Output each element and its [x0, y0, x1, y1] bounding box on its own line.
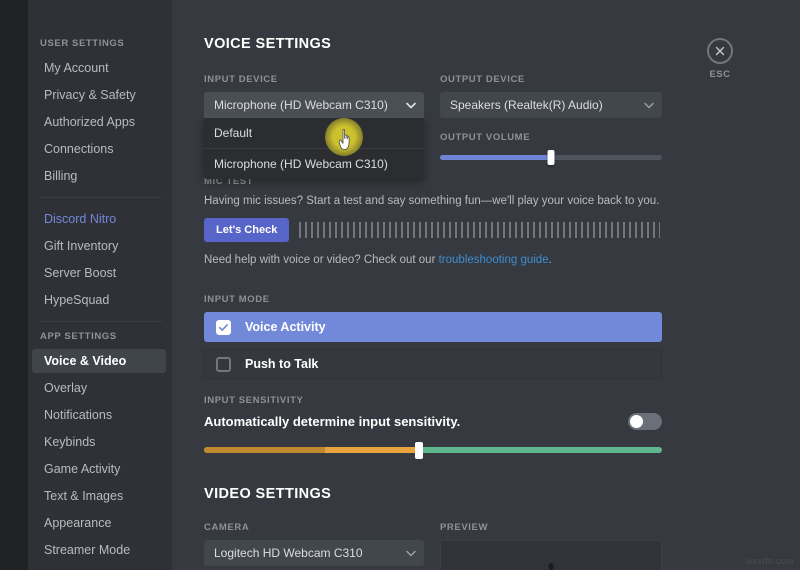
preview-group: PREVIEW [440, 522, 662, 570]
input-mode-option-push-to-talk[interactable]: Push to Talk [204, 349, 662, 379]
output-volume-slider[interactable] [440, 150, 662, 164]
sidebar-item-game-activity[interactable]: Game Activity [32, 457, 166, 481]
camera-select[interactable]: Logitech HD Webcam C310 [204, 540, 424, 566]
sensitivity-amber-light [325, 447, 420, 453]
auto-sensitivity-toggle[interactable] [628, 413, 662, 430]
sidebar-item-streamer-mode[interactable]: Streamer Mode [32, 538, 166, 562]
troubleshooting-guide-link[interactable]: troubleshooting guide [439, 254, 549, 266]
input-mode-label: INPUT MODE [204, 294, 662, 305]
close-settings-button[interactable]: ESC [698, 38, 742, 80]
input-mode-voice-activity-label: Voice Activity [245, 320, 326, 334]
watermark: wsxdn.com [746, 556, 794, 566]
output-volume-label: OUTPUT VOLUME [440, 132, 662, 143]
video-row: CAMERA Logitech HD Webcam C310 PREVIEW [204, 522, 800, 570]
sidebar-item-language[interactable]: Language [32, 565, 166, 570]
mic-test-help-prefix: Need help with voice or video? Check out… [204, 254, 439, 266]
sidebar-item-discord-nitro[interactable]: Discord Nitro [32, 207, 166, 231]
sidebar-divider-1 [40, 197, 162, 198]
sidebar-divider-2 [40, 321, 162, 322]
sidebar-item-voice-video[interactable]: Voice & Video [32, 349, 166, 373]
lets-check-button[interactable]: Let's Check [204, 218, 289, 242]
preview-label: PREVIEW [440, 522, 662, 533]
auto-sensitivity-row: Automatically determine input sensitivit… [204, 413, 662, 430]
output-device-select[interactable]: Speakers (Realtek(R) Audio) [440, 92, 662, 118]
camera-value: Logitech HD Webcam C310 [214, 546, 363, 560]
output-volume-knob[interactable] [548, 150, 555, 165]
sidebar-item-billing[interactable]: Billing [32, 164, 166, 188]
auto-sensitivity-text: Automatically determine input sensitivit… [204, 414, 460, 429]
input-device-value: Microphone (HD Webcam C310) [214, 98, 388, 112]
input-device-option-default[interactable]: Default [204, 118, 424, 148]
close-settings-label: ESC [698, 69, 742, 80]
input-sensitivity-label: INPUT SENSITIVITY [204, 395, 662, 406]
video-settings-title: VIDEO SETTINGS [204, 486, 800, 502]
mic-test-help-suffix: . [549, 254, 552, 266]
settings-main-panel: VOICE SETTINGS INPUT DEVICE Microphone (… [172, 0, 800, 570]
mic-test-row: Let's Check [204, 218, 660, 242]
camera-preview-box [440, 540, 662, 570]
input-mode-push-to-talk-label: Push to Talk [245, 357, 318, 371]
left-rail [0, 0, 28, 570]
sidebar-item-gift-inventory[interactable]: Gift Inventory [32, 234, 166, 258]
sidebar-item-my-account[interactable]: My Account [32, 56, 166, 80]
input-mode-group: INPUT MODE Voice Activity Push to Talk [204, 294, 662, 379]
sidebar-item-authorized-apps[interactable]: Authorized Apps [32, 110, 166, 134]
input-mode-option-voice-activity[interactable]: Voice Activity [204, 312, 662, 342]
sensitivity-slider[interactable] [204, 442, 662, 458]
chevron-down-icon [644, 101, 653, 110]
sidebar-item-server-boost[interactable]: Server Boost [32, 261, 166, 285]
sensitivity-track [204, 447, 662, 453]
sidebar-section-user-settings: USER SETTINGS [28, 38, 172, 56]
sidebar-item-notifications[interactable]: Notifications [32, 403, 166, 427]
sensitivity-knob[interactable] [415, 442, 423, 459]
output-device-group: OUTPUT DEVICE Speakers (Realtek(R) Audio… [440, 74, 662, 164]
sidebar-item-keybinds[interactable]: Keybinds [32, 430, 166, 454]
camera-label: CAMERA [204, 522, 424, 533]
video-settings-section: VIDEO SETTINGS CAMERA Logitech HD Webcam… [204, 486, 800, 570]
output-volume-group: OUTPUT VOLUME [440, 132, 662, 164]
preview-placeholder-icon [549, 563, 554, 570]
camera-group: CAMERA Logitech HD Webcam C310 [204, 522, 424, 566]
chevron-down-icon [406, 101, 415, 110]
sidebar-item-hypesquad[interactable]: HypeSquad [32, 288, 166, 312]
checkbox-unchecked-icon [216, 357, 231, 372]
mic-level-meter [299, 222, 660, 238]
sidebar-item-text-images[interactable]: Text & Images [32, 484, 166, 508]
input-device-label: INPUT DEVICE [204, 74, 424, 85]
input-device-select[interactable]: Microphone (HD Webcam C310) [204, 92, 424, 118]
sidebar-item-appearance[interactable]: Appearance [32, 511, 166, 535]
output-device-label: OUTPUT DEVICE [440, 74, 662, 85]
sensitivity-amber-dark [204, 447, 325, 453]
sidebar-item-privacy-safety[interactable]: Privacy & Safety [32, 83, 166, 107]
settings-sidebar: USER SETTINGS My Account Privacy & Safet… [28, 0, 172, 570]
sidebar-item-overlay[interactable]: Overlay [32, 376, 166, 400]
output-device-value: Speakers (Realtek(R) Audio) [450, 98, 603, 112]
output-volume-fill [440, 155, 551, 160]
input-sensitivity-group: INPUT SENSITIVITY Automatically determin… [204, 395, 662, 458]
checkbox-checked-icon [216, 320, 231, 335]
sidebar-item-connections[interactable]: Connections [32, 137, 166, 161]
input-device-option-list: Default Microphone (HD Webcam C310) [204, 118, 424, 179]
chevron-down-icon [406, 549, 415, 558]
mic-test-description: Having mic issues? Start a test and say … [204, 194, 660, 209]
close-icon [707, 38, 733, 64]
discord-user-settings-window: USER SETTINGS My Account Privacy & Safet… [0, 0, 800, 570]
toggle-knob [630, 415, 643, 428]
input-device-group: INPUT DEVICE Microphone (HD Webcam C310)… [204, 74, 424, 179]
sidebar-section-app-settings: APP SETTINGS [28, 331, 172, 349]
mic-test-help: Need help with voice or video? Check out… [204, 253, 660, 268]
input-device-option-microphone[interactable]: Microphone (HD Webcam C310) [204, 148, 424, 179]
device-row: INPUT DEVICE Microphone (HD Webcam C310)… [204, 74, 800, 154]
mic-test-group: MIC TEST Having mic issues? Start a test… [204, 176, 660, 268]
